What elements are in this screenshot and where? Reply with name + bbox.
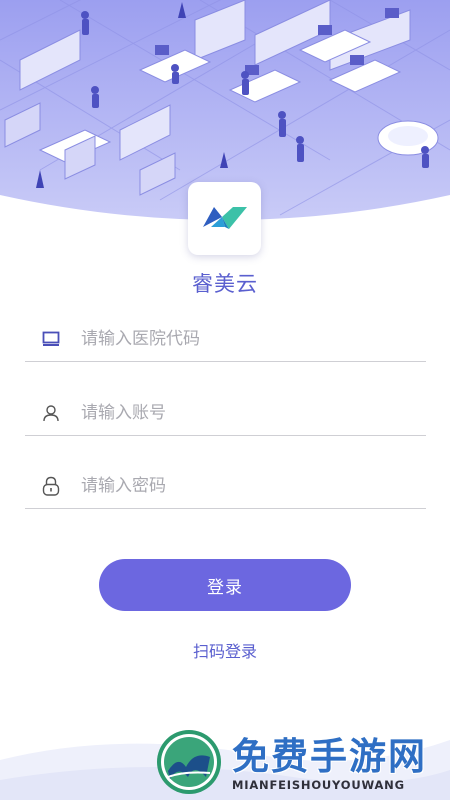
watermark-title: 免费手游网	[232, 735, 427, 778]
app-logo-icon	[202, 203, 247, 235]
password-field[interactable]	[25, 463, 426, 509]
account-input[interactable]	[81, 402, 401, 423]
watermark: 免费手游网 MIANFEISHOUYOUWANG	[150, 724, 450, 800]
hospital-code-field[interactable]	[25, 316, 426, 362]
password-input[interactable]	[81, 475, 401, 496]
app-logo	[188, 182, 261, 255]
scan-login-link[interactable]: 扫码登录	[0, 638, 450, 662]
watermark-subtitle: MIANFEISHOUYOUWANG	[232, 778, 405, 792]
user-icon	[25, 404, 81, 422]
hospital-code-input[interactable]	[81, 328, 401, 349]
login-button[interactable]: 登录	[99, 559, 351, 611]
account-field[interactable]	[25, 390, 426, 436]
app-title: 睿美云	[192, 272, 258, 296]
computer-icon	[25, 331, 81, 347]
lock-icon	[25, 476, 81, 496]
watermark-logo-icon	[154, 727, 224, 800]
